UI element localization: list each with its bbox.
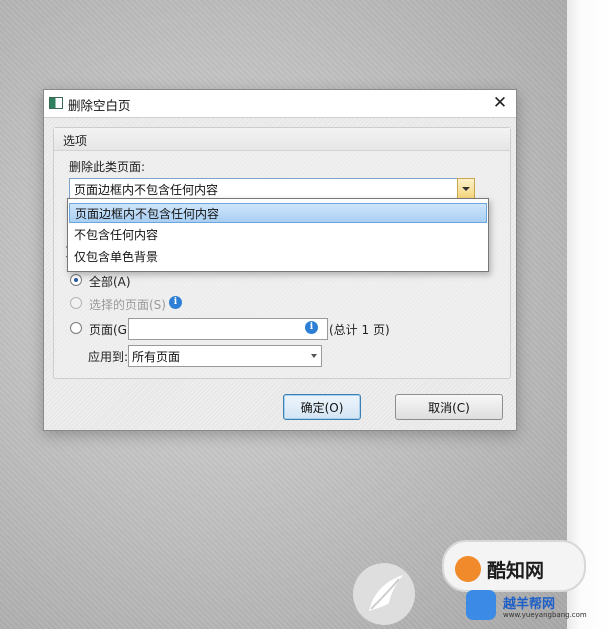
combo-dropdown-button[interactable] bbox=[457, 178, 475, 200]
dialog-titlebar: 删除空白页 ✕ bbox=[44, 90, 516, 118]
delete-type-dropdown-list: 页面边框内不包含任何内容 不包含任何内容 仅包含单色背景 bbox=[67, 198, 489, 272]
dropdown-option-1[interactable]: 页面边框内不包含任何内容 bbox=[69, 203, 487, 223]
cancel-button[interactable]: 取消(C) bbox=[395, 394, 503, 420]
radio-selected-pages[interactable] bbox=[70, 297, 82, 309]
watermark-site-icon bbox=[466, 590, 496, 620]
watermark-site-name: 越羊帮网 bbox=[503, 597, 556, 612]
info-icon: i bbox=[169, 296, 182, 309]
dialog-title: 删除空白页 bbox=[68, 98, 131, 113]
options-group-title: 选项 bbox=[63, 134, 88, 148]
radio-all[interactable] bbox=[70, 274, 82, 286]
app-icon bbox=[49, 97, 63, 109]
watermark-feather-logo bbox=[353, 563, 415, 625]
watermark-brand: 酷知网 bbox=[487, 560, 545, 582]
radio-all-label[interactable]: 全部(A) bbox=[89, 273, 131, 290]
radio-pages[interactable] bbox=[70, 322, 82, 334]
right-edge-strip bbox=[567, 0, 610, 629]
chevron-down-icon bbox=[311, 354, 317, 358]
radio-selected-pages-label[interactable]: 选择的页面(S) bbox=[89, 296, 166, 313]
pages-input[interactable] bbox=[128, 318, 328, 340]
close-button[interactable]: ✕ bbox=[484, 90, 516, 117]
delete-type-combo[interactable]: 页面边框内不包含任何内容 bbox=[69, 178, 475, 200]
delete-type-combo-value: 页面边框内不包含任何内容 bbox=[74, 183, 219, 197]
dropdown-option-2[interactable]: 不包含任何内容 bbox=[69, 225, 487, 245]
pages-info-icon: i bbox=[305, 321, 318, 334]
apply-to-select[interactable]: 所有页面 bbox=[128, 345, 322, 367]
watermark-brand-logo-icon bbox=[455, 556, 481, 582]
watermark-site-url: www.yueyangbang.com bbox=[503, 611, 587, 619]
total-pages-text: (总计 1 页) bbox=[329, 323, 390, 337]
ok-button[interactable]: 确定(O) bbox=[283, 394, 361, 420]
apply-to-value: 所有页面 bbox=[132, 350, 181, 364]
apply-to-label: 应用到: bbox=[88, 350, 129, 364]
delete-type-label: 删除此类页面: bbox=[69, 160, 146, 174]
radio-pages-label[interactable]: 页面(G) bbox=[89, 321, 132, 338]
options-group-header: 选项 bbox=[54, 128, 510, 151]
dropdown-option-3[interactable]: 仅包含单色背景 bbox=[69, 247, 487, 267]
